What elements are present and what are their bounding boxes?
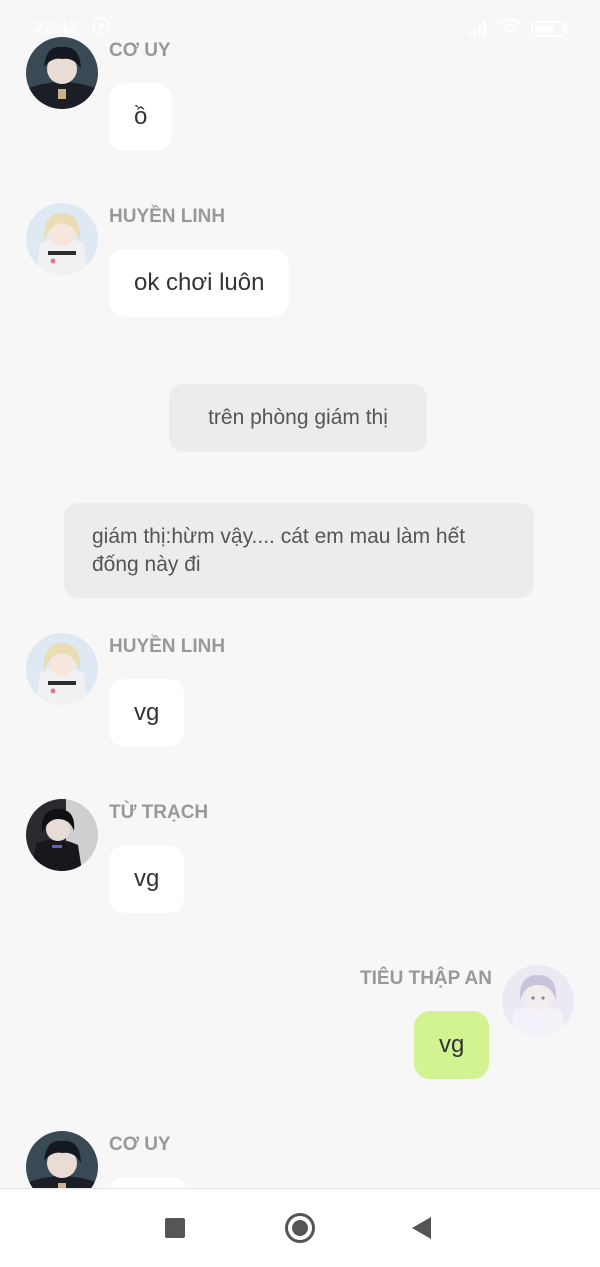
sender-name: HUYỀN LINH [109, 206, 226, 227]
recents-square-icon[interactable] [165, 1218, 185, 1238]
avatar-tieu-thap-an[interactable] [502, 965, 574, 1037]
wifi-icon [498, 18, 522, 36]
status-bar: 22:42 [0, 0, 600, 56]
avatar-huyen-linh[interactable] [26, 633, 98, 705]
battery-icon [531, 21, 568, 37]
message-bubble[interactable]: vg [109, 845, 185, 913]
sender-name: CƠ UY [109, 1134, 171, 1155]
settings-gear-icon [92, 17, 110, 35]
message-bubble-self[interactable]: vg [414, 1011, 490, 1079]
home-circle-icon[interactable] [285, 1213, 315, 1243]
narration-bubble: trên phòng giám thị [169, 384, 427, 452]
status-time: 22:42 [34, 18, 78, 37]
narration-bubble: giám thị:hừm vậy.... cát em mau làm hết … [64, 503, 534, 598]
sender-name: HUYỀN LINH [109, 636, 226, 657]
message-bubble[interactable]: ok chơi luôn [109, 249, 290, 317]
signal-icon [468, 20, 490, 36]
avatar-huyen-linh[interactable] [26, 203, 98, 275]
navigation-bar [0, 1188, 600, 1267]
sender-name-self: TIÊU THẬP AN [360, 968, 492, 989]
back-triangle-icon[interactable] [412, 1217, 431, 1239]
sender-name: TỪ TRẠCH [109, 802, 209, 823]
message-bubble[interactable]: vg [109, 679, 185, 747]
avatar-tu-trach[interactable] [26, 799, 98, 871]
message-bubble[interactable]: ồ [109, 83, 173, 151]
